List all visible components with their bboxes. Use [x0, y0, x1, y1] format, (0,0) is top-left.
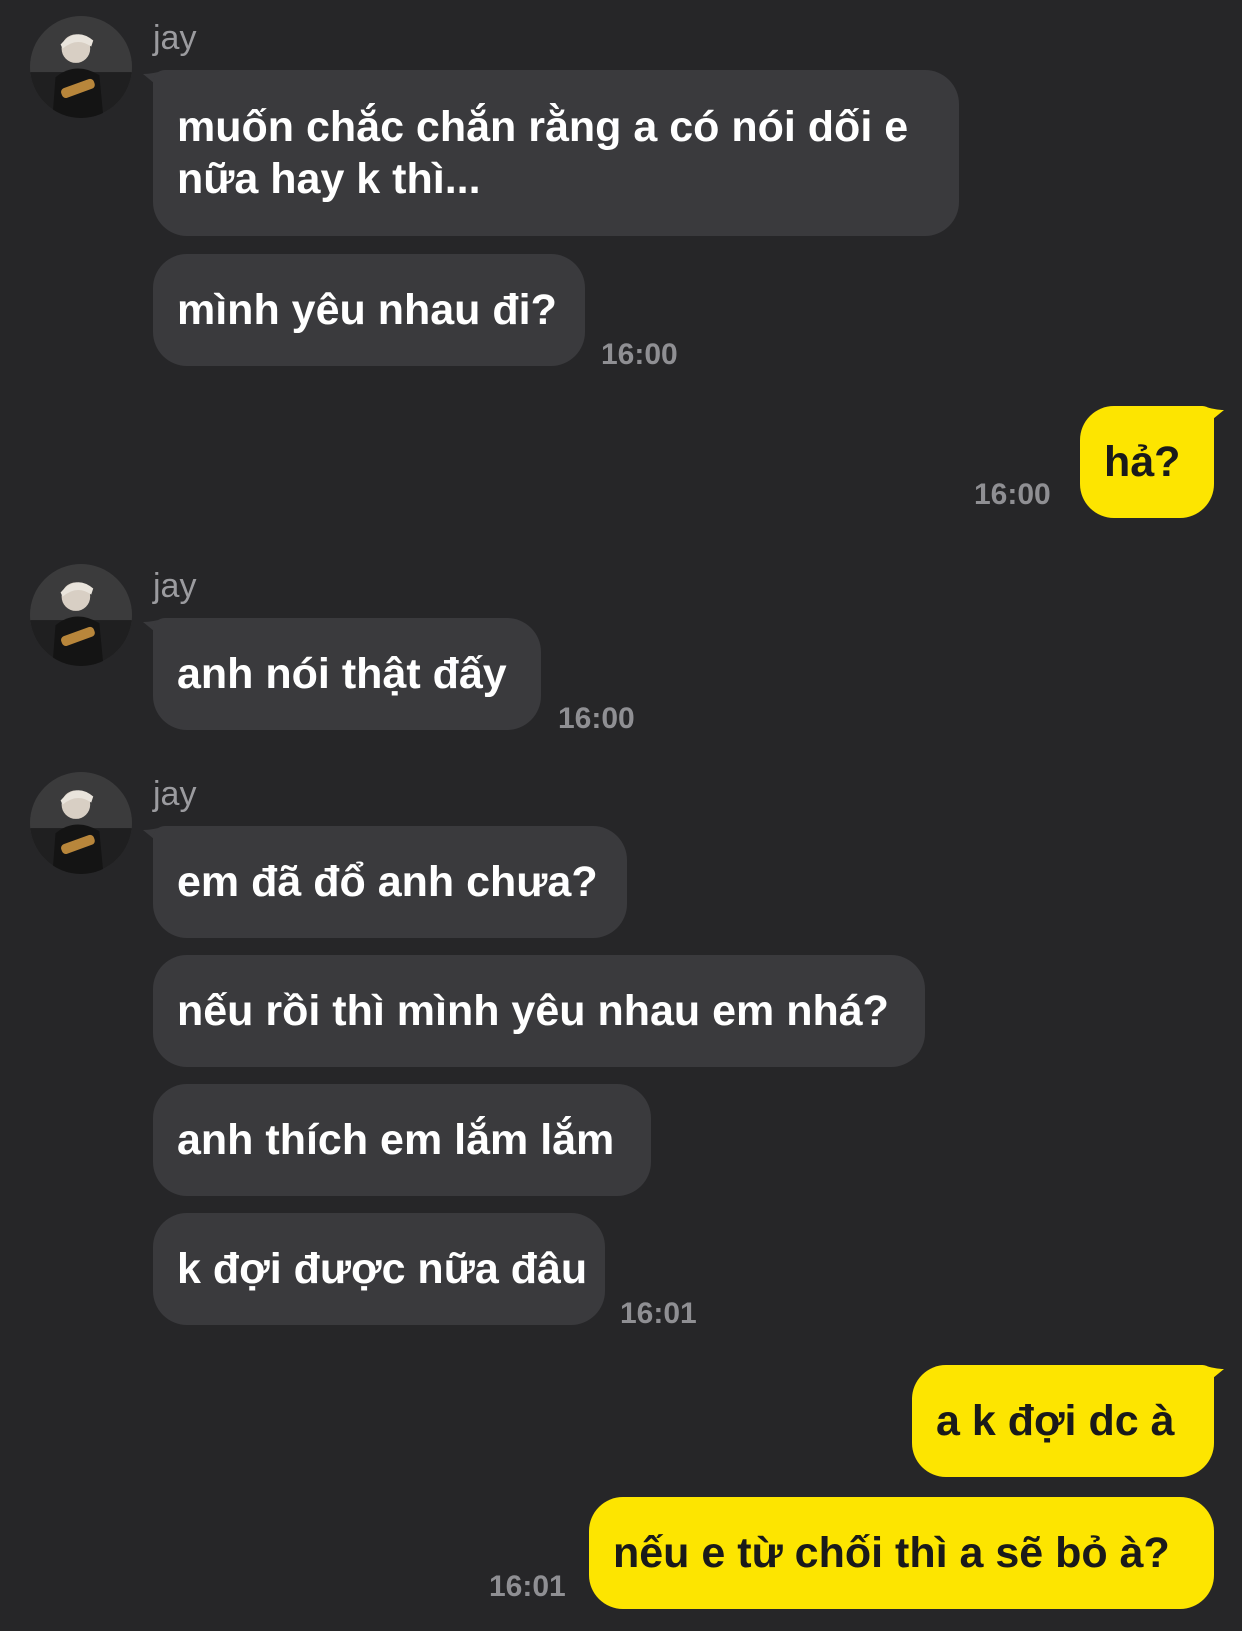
sender-avatar[interactable] — [30, 16, 132, 118]
message-bubble-outgoing[interactable]: nếu e từ chối thì a sẽ bỏ à? — [589, 1497, 1214, 1609]
message-timestamp: 16:00 — [974, 478, 1051, 511]
message-text: anh nói thật đấy — [177, 650, 507, 698]
message-text: mình yêu nhau đi? — [177, 286, 557, 334]
sender-avatar[interactable] — [30, 772, 132, 874]
message-text: a k đợi dc à — [936, 1397, 1175, 1445]
message-text: k đợi được nữa đâu — [177, 1245, 588, 1293]
message-bubble-incoming[interactable]: nếu rồi thì mình yêu nhau em nhá? — [153, 955, 925, 1067]
message-text: nếu rồi thì mình yêu nhau em nhá? — [177, 987, 889, 1035]
sender-name: jay — [153, 567, 197, 605]
message-timestamp: 16:01 — [489, 1570, 566, 1603]
message-bubble-incoming[interactable]: muốn chắc chắn rằng a có nói dối e nữa h… — [153, 70, 959, 236]
message-timestamp: 16:00 — [601, 338, 678, 371]
message-text: nếu e từ chối thì a sẽ bỏ à? — [613, 1529, 1170, 1577]
message-timestamp: 16:01 — [620, 1297, 697, 1330]
message-bubble-incoming[interactable]: k đợi được nữa đâu — [153, 1213, 605, 1325]
bubble-tail-outgoing — [1202, 406, 1224, 428]
message-text: hả? — [1104, 438, 1181, 486]
message-bubble-incoming[interactable]: em đã đổ anh chưa? — [153, 826, 627, 938]
avatar-photo-icon — [30, 16, 132, 118]
message-bubble-incoming[interactable]: mình yêu nhau đi? — [153, 254, 585, 366]
sender-avatar[interactable] — [30, 564, 132, 666]
avatar-photo-icon — [30, 772, 132, 874]
message-text: muốn chắc chắn rằng a có nói dối e — [177, 103, 909, 151]
avatar-photo-icon — [30, 564, 132, 666]
bubble-tail-outgoing — [1202, 1365, 1224, 1387]
message-bubble-outgoing[interactable]: a k đợi dc à — [912, 1365, 1214, 1477]
sender-name: jay — [153, 19, 197, 57]
message-text: anh thích em lắm lắm — [177, 1116, 615, 1164]
sender-name: jay — [153, 775, 197, 813]
message-timestamp: 16:00 — [558, 702, 635, 735]
message-bubble-outgoing[interactable]: hả? — [1080, 406, 1214, 518]
message-bubble-incoming[interactable]: anh thích em lắm lắm — [153, 1084, 651, 1196]
message-text: em đã đổ anh chưa? — [177, 858, 598, 906]
message-text: nữa hay k thì... — [177, 155, 481, 203]
message-bubble-incoming[interactable]: anh nói thật đấy — [153, 618, 541, 730]
